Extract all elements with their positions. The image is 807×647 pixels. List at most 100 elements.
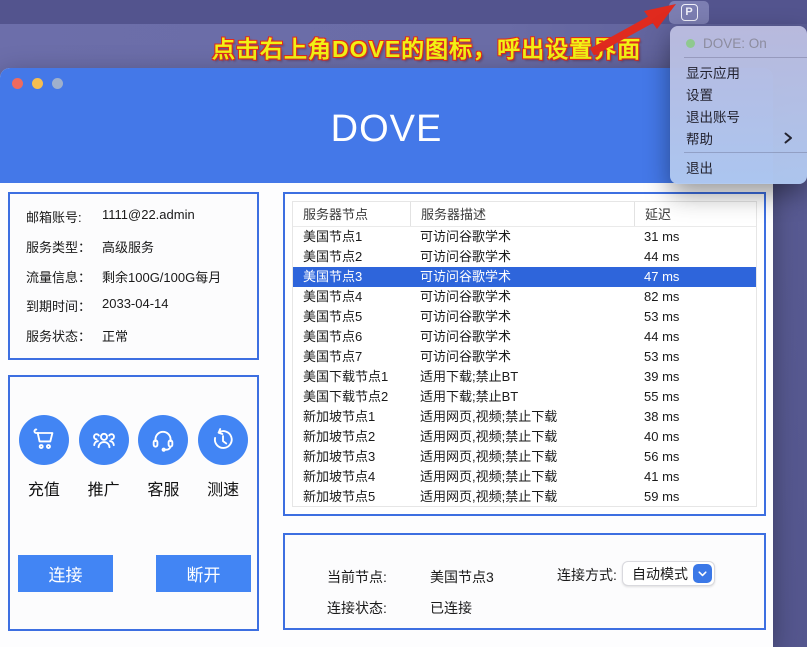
table-cell: 38 ms (634, 407, 756, 427)
app-window: DOVE 邮箱账号:1111@22.admin服务类型：高级服务流量信息：剩余1… (0, 68, 773, 647)
menu-item-settings[interactable]: 设置 (670, 83, 807, 105)
support-button[interactable]: 客服 (138, 415, 188, 500)
disconnect-button[interactable]: 断开 (156, 555, 251, 592)
menu-item-show-app[interactable]: 显示应用 (670, 61, 807, 83)
table-cell: 可访问谷歌学术 (410, 327, 634, 347)
table-cell: 适用网页,视频;禁止下载 (410, 447, 634, 467)
table-cell: 适用下载;禁止BT (410, 367, 634, 387)
minimize-window-button[interactable] (32, 78, 43, 89)
table-row[interactable]: 美国节点3可访问谷歌学术47 ms (293, 267, 756, 287)
account-info-label: 服务状态： (26, 326, 96, 345)
column-header-description[interactable]: 服务器描述 (410, 202, 634, 226)
table-cell: 31 ms (634, 227, 756, 247)
dove-tray-icon: P (681, 4, 698, 21)
account-info-value: 1111@22.admin (102, 207, 195, 226)
menu-item-quit[interactable]: 退出 (670, 156, 807, 178)
menu-item-logout[interactable]: 退出账号 (670, 105, 807, 127)
table-row[interactable]: 美国节点4可访问谷歌学术82 ms (293, 287, 756, 307)
menu-separator (684, 152, 807, 153)
table-row[interactable]: 美国节点2可访问谷歌学术44 ms (293, 247, 756, 267)
table-cell: 新加坡节点2 (293, 427, 410, 447)
account-info-panel: 邮箱账号:1111@22.admin服务类型：高级服务流量信息：剩余100G/1… (8, 192, 259, 360)
account-info-row: 邮箱账号: 1111@22.admin (18, 207, 249, 226)
table-row[interactable]: 美国节点1可访问谷歌学术31 ms (293, 227, 756, 247)
server-table-body: 美国节点1可访问谷歌学术31 ms美国节点2可访问谷歌学术44 ms美国节点3可… (293, 227, 756, 507)
table-cell: 可访问谷歌学术 (410, 247, 634, 267)
table-row[interactable]: 美国节点5可访问谷歌学术53 ms (293, 307, 756, 327)
menu-separator (684, 57, 807, 58)
shortcut-label: 推广 (88, 476, 120, 500)
account-info-row: 服务状态： 正常 (18, 326, 249, 345)
table-row[interactable]: 美国下载节点1适用下载;禁止BT39 ms (293, 367, 756, 387)
shortcut-label: 充值 (28, 476, 60, 500)
table-cell: 新加坡节点4 (293, 467, 410, 487)
table-cell: 新加坡节点1 (293, 407, 410, 427)
headset-icon (138, 415, 188, 465)
table-cell: 美国节点2 (293, 247, 410, 267)
table-cell: 44 ms (634, 247, 756, 267)
annotation-arrow-icon (586, 2, 678, 56)
chevron-down-icon (693, 564, 712, 583)
recharge-button[interactable]: 充值 (19, 415, 69, 500)
table-cell: 适用网页,视频;禁止下载 (410, 427, 634, 447)
account-info-value: 正常 (102, 326, 128, 345)
account-info-label: 邮箱账号: (26, 207, 96, 226)
table-cell: 新加坡节点3 (293, 447, 410, 467)
window-titlebar: DOVE (0, 68, 773, 183)
table-row[interactable]: 美国节点6可访问谷歌学术44 ms (293, 327, 756, 347)
table-cell: 40 ms (634, 427, 756, 447)
server-table: 服务器节点 服务器描述 延迟 美国节点1可访问谷歌学术31 ms美国节点2可访问… (292, 201, 757, 507)
account-info-value: 剩余100G/100G每月 (102, 267, 221, 286)
table-row[interactable]: 新加坡节点4适用网页,视频;禁止下载41 ms (293, 467, 756, 487)
close-window-button[interactable] (12, 78, 23, 89)
annotation-text: 点击右上角DOVE的图标，呼出设置界面 (212, 30, 641, 64)
table-cell: 适用网页,视频;禁止下载 (410, 407, 634, 427)
connection-state-value: 已连接 (430, 598, 472, 618)
account-info-row: 流量信息： 剩余100G/100G每月 (18, 267, 249, 286)
tray-menu-status: DOVE: On (670, 32, 807, 54)
table-cell: 可访问谷歌学术 (410, 227, 634, 247)
speedtest-button[interactable]: 测速 (198, 415, 248, 500)
window-controls (12, 78, 63, 89)
shortcut-row: 充值 推广 (14, 415, 253, 500)
connection-buttons: 连接 断开 (18, 555, 251, 592)
table-cell: 美国节点4 (293, 287, 410, 307)
table-cell: 44 ms (634, 327, 756, 347)
speedtest-icon (198, 415, 248, 465)
account-info-label: 到期时间： (26, 296, 96, 315)
table-cell: 美国节点5 (293, 307, 410, 327)
column-header-latency[interactable]: 延迟 (634, 202, 756, 226)
table-cell: 可访问谷歌学术 (410, 347, 634, 367)
table-cell: 适用网页,视频;禁止下载 (410, 487, 634, 507)
server-table-panel: 服务器节点 服务器描述 延迟 美国节点1可访问谷歌学术31 ms美国节点2可访问… (283, 192, 766, 516)
table-cell: 39 ms (634, 367, 756, 387)
shortcut-label: 客服 (147, 476, 179, 500)
account-info-value: 2033-04-14 (102, 296, 169, 315)
table-cell: 可访问谷歌学术 (410, 307, 634, 327)
column-header-node[interactable]: 服务器节点 (293, 202, 410, 226)
connection-state-label: 连接状态: (327, 598, 387, 618)
table-row[interactable]: 美国下载节点2适用下载;禁止BT55 ms (293, 387, 756, 407)
table-row[interactable]: 新加坡节点2适用网页,视频;禁止下载40 ms (293, 427, 756, 447)
table-cell: 美国节点7 (293, 347, 410, 367)
tray-menu: DOVE: On 显示应用 设置 退出账号 帮助 退出 (670, 26, 807, 184)
menubar: P (0, 0, 807, 24)
connection-mode-select[interactable]: 自动模式 (622, 561, 715, 586)
status-dot-icon (686, 39, 695, 48)
table-cell: 47 ms (634, 267, 756, 287)
table-cell: 美国节点3 (293, 267, 410, 287)
zoom-window-button[interactable] (52, 78, 63, 89)
table-row[interactable]: 美国节点7可访问谷歌学术53 ms (293, 347, 756, 367)
table-cell: 美国节点1 (293, 227, 410, 247)
connect-button[interactable]: 连接 (18, 555, 113, 592)
connection-mode-label: 连接方式: (557, 565, 617, 585)
tray-status-label: DOVE: On (703, 36, 767, 51)
promote-button[interactable]: 推广 (79, 415, 129, 500)
menu-item-help[interactable]: 帮助 (670, 127, 807, 149)
account-info-label: 流量信息： (26, 267, 96, 286)
table-row[interactable]: 新加坡节点3适用网页,视频;禁止下载56 ms (293, 447, 756, 467)
status-panel: 当前节点: 美国节点3 连接状态: 已连接 连接方式: 自动模式 (283, 533, 766, 630)
table-row[interactable]: 新加坡节点5适用网页,视频;禁止下载59 ms (293, 487, 756, 507)
table-row[interactable]: 新加坡节点1适用网页,视频;禁止下载38 ms (293, 407, 756, 427)
table-cell: 可访问谷歌学术 (410, 287, 634, 307)
